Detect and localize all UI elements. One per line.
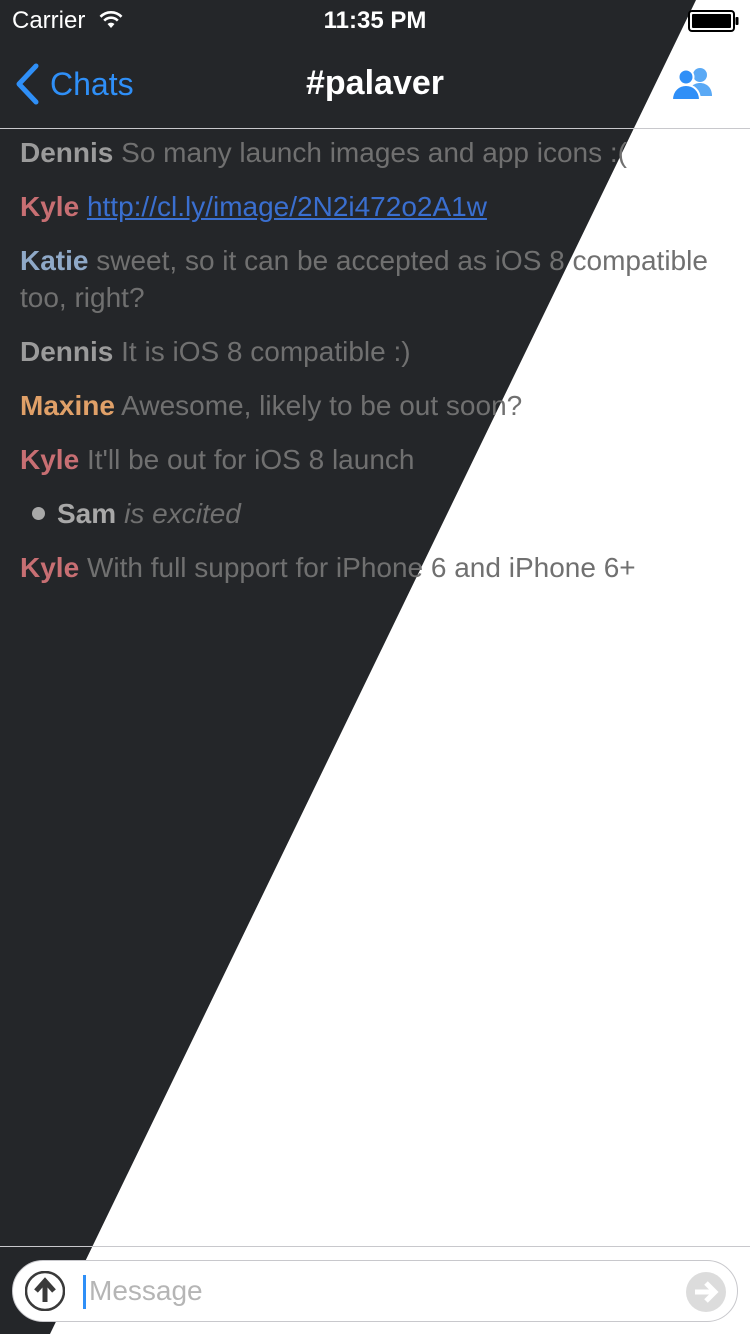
message-text: It is iOS 8 compatible :)	[121, 336, 411, 367]
action-nick[interactable]: Sam	[57, 495, 116, 532]
message-text: So many launch images and app icons :(	[121, 137, 627, 168]
chat-screen: Carrier 11:35 PM Chats #palaver Dennis S…	[0, 0, 750, 1334]
nav-divider	[0, 128, 750, 129]
message-nick[interactable]: Dennis	[20, 336, 113, 367]
text-caret	[83, 1275, 86, 1309]
composer-divider	[0, 1246, 750, 1247]
message-nick[interactable]: Maxine	[20, 390, 115, 421]
message-row: Katie sweet, so it can be accepted as iO…	[20, 242, 736, 316]
message-text: Awesome, likely to be out soon?	[121, 390, 523, 421]
message-row: Kyle http://cl.ly/image/2N2i472o2A1w	[20, 188, 736, 225]
action-row: Sam is excited	[20, 495, 736, 532]
upload-icon	[24, 1270, 66, 1312]
members-button[interactable]	[666, 62, 722, 106]
message-link[interactable]: http://cl.ly/image/2N2i472o2A1w	[87, 191, 487, 222]
send-button[interactable]	[685, 1271, 727, 1313]
message-row: Kyle With full support for iPhone 6 and …	[20, 549, 736, 586]
action-text: is excited	[124, 498, 241, 529]
message-nick[interactable]: Kyle	[20, 191, 79, 222]
members-icon	[670, 68, 712, 101]
message-row: Maxine Awesome, likely to be out soon?	[20, 387, 736, 424]
upload-button[interactable]	[24, 1270, 66, 1312]
message-list: Dennis So many launch images and app ico…	[20, 134, 736, 603]
message-row: Kyle It'll be out for iOS 8 launch	[20, 441, 736, 478]
send-icon	[686, 1272, 726, 1312]
message-text: It'll be out for iOS 8 launch	[86, 444, 415, 475]
message-composer	[0, 1246, 750, 1334]
message-nick[interactable]: Kyle	[20, 444, 79, 475]
message-nick[interactable]: Kyle	[20, 552, 79, 583]
message-field[interactable]	[12, 1260, 738, 1322]
navigation-bar: Chats #palaver	[0, 40, 750, 128]
message-nick[interactable]: Dennis	[20, 137, 113, 168]
message-input[interactable]	[89, 1267, 669, 1315]
message-row: Dennis It is iOS 8 compatible :)	[20, 333, 736, 370]
message-row: Dennis So many launch images and app ico…	[20, 134, 736, 171]
battery-icon	[688, 10, 740, 37]
message-text: sweet, so it can be accepted as iOS 8 co…	[20, 245, 708, 313]
message-text: With full support for iPhone 6 and iPhon…	[86, 552, 636, 583]
status-bar: Carrier 11:35 PM	[0, 0, 750, 40]
action-bullet-icon	[32, 507, 45, 520]
channel-title: #palaver	[306, 64, 444, 102]
status-time: 11:35 PM	[323, 7, 427, 34]
message-nick[interactable]: Katie	[20, 245, 88, 276]
